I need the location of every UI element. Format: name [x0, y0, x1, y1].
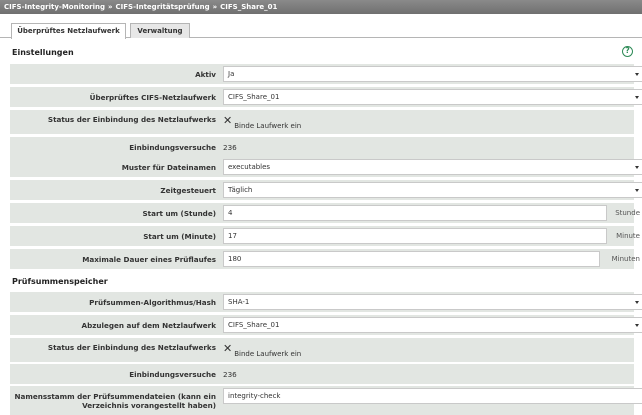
select-value: executables — [228, 163, 271, 171]
select-value: CIFS_Share_01 — [228, 321, 280, 329]
section-checksum-title: Prüfsummenspeicher — [12, 277, 108, 286]
field-label: Einbindungsversuche — [129, 369, 216, 379]
field-label: Prüfsummen-Algorithmus/Hash — [89, 297, 216, 307]
start-minute-input[interactable]: 17 — [223, 228, 607, 244]
breadcrumb-item-root[interactable]: CIFS-Integrity-Monitoring — [4, 3, 105, 11]
mount-status: ✕ Binde Laufwerk ein — [223, 110, 301, 134]
pattern-select[interactable]: executables — [223, 159, 642, 175]
row-schedule: Zeitgesteuert Täglich — [10, 180, 642, 200]
select-value: Täglich — [228, 186, 253, 194]
field-label: Einbindungsversuche — [129, 142, 216, 152]
cross-icon: ✕ — [223, 114, 233, 127]
field-label: Aktiv — [195, 69, 216, 79]
field-label: Start um (Minute) — [143, 231, 216, 241]
breadcrumb-separator: » — [212, 3, 218, 11]
select-value: CIFS_Share_01 — [228, 93, 280, 101]
chevron-down-icon — [635, 301, 639, 304]
breadcrumb-item-check[interactable]: CIFS-Integritätsprüfung — [116, 3, 210, 11]
chevron-down-icon — [635, 189, 639, 192]
field-label: Zeitgesteuert — [160, 185, 216, 195]
field-label: Status der Einbindung des Netzlaufwerks — [47, 343, 216, 352]
breadcrumb: CIFS-Integrity-Monitoring» CIFS-Integritä… — [0, 0, 642, 14]
status-text: Binde Laufwerk ein — [234, 350, 302, 358]
unit-label: Stunde — [615, 209, 640, 217]
unit-label: Minute — [616, 232, 640, 240]
cross-icon: ✕ — [223, 342, 233, 355]
help-icon[interactable]: ? — [622, 46, 633, 57]
field-label: Überprüftes CIFS-Netzlaufwerk — [89, 92, 216, 102]
tab-management[interactable]: Verwaltung — [130, 23, 190, 38]
row-aktiv: Aktiv Ja — [10, 64, 642, 84]
store-share-select[interactable]: CIFS_Share_01 — [223, 317, 642, 333]
field-label: Start um (Stunde) — [142, 208, 217, 218]
aktiv-select[interactable]: Ja — [223, 66, 642, 82]
row-store-share: Abzulegen auf dem Netzlaufwerk CIFS_Shar… — [10, 315, 642, 335]
row-max-duration: Maximale Dauer eines Prüflaufes 180 Minu… — [10, 249, 640, 269]
hash-algo-select[interactable]: SHA-1 — [223, 294, 642, 310]
row-pattern: Muster für Dateinamen executables — [10, 157, 642, 177]
tab-checked-share[interactable]: Überprüftes Netzlaufwerk — [11, 23, 126, 39]
share-select[interactable]: CIFS_Share_01 — [223, 89, 642, 105]
row-file-stem: Namensstamm der Prüfsummendateien (kann … — [10, 386, 642, 415]
row-mount-status: Status der Einbindung des Netzlaufwerks … — [10, 110, 634, 134]
section-settings-title: Einstellungen — [12, 48, 74, 57]
field-label: Muster für Dateinamen — [121, 162, 216, 172]
row-hash-algo: Prüfsummen-Algorithmus/Hash SHA-1 — [10, 292, 642, 312]
field-label: Maximale Dauer eines Prüflaufes — [82, 254, 216, 264]
chevron-down-icon — [635, 166, 639, 169]
status-text: Binde Laufwerk ein — [234, 122, 302, 130]
file-stem-input[interactable]: integrity-check — [223, 388, 642, 404]
field-label-line: Namensstamm der Prüfsummendateien (kann … — [14, 391, 216, 401]
select-value: Ja — [228, 70, 235, 78]
chevron-down-icon — [635, 73, 639, 76]
field-label-line: Verzeichnis vorangestellt haben) — [82, 400, 216, 410]
mount-status: ✕ Binde Laufwerk ein — [223, 338, 301, 362]
mount-attempts-value: 236 — [223, 369, 237, 379]
chevron-down-icon — [635, 96, 639, 99]
row-mount-status-2: Status der Einbindung des Netzlaufwerks … — [10, 338, 634, 362]
select-value: SHA-1 — [228, 298, 250, 306]
tab-bar: Überprüftes Netzlaufwerk Verwaltung — [0, 14, 642, 39]
row-start-minute: Start um (Minute) 17 Minute — [10, 226, 640, 246]
field-label: Status der Einbindung des Netzlaufwerks — [47, 115, 216, 124]
row-start-hour: Start um (Stunde) 4 Stunde — [10, 203, 640, 223]
field-label: Namensstamm der Prüfsummendateien (kann … — [14, 386, 216, 415]
max-duration-input[interactable]: 180 — [223, 251, 600, 267]
schedule-select[interactable]: Täglich — [223, 182, 642, 198]
breadcrumb-separator: » — [108, 3, 113, 11]
chevron-down-icon — [635, 324, 639, 327]
start-hour-input[interactable]: 4 — [223, 205, 607, 221]
mount-attempts-value: 236 — [223, 142, 237, 152]
unit-label: Minuten — [611, 255, 640, 263]
field-label: Abzulegen auf dem Netzlaufwerk — [81, 320, 217, 330]
row-share: Überprüftes CIFS-Netzlaufwerk CIFS_Share… — [10, 87, 642, 107]
breadcrumb-item-share: CIFS_Share_01 — [220, 3, 278, 11]
row-mount-attempts-2: Einbindungsversuche 236 — [10, 364, 634, 384]
row-mount-attempts: Einbindungsversuche 236 — [10, 137, 634, 157]
